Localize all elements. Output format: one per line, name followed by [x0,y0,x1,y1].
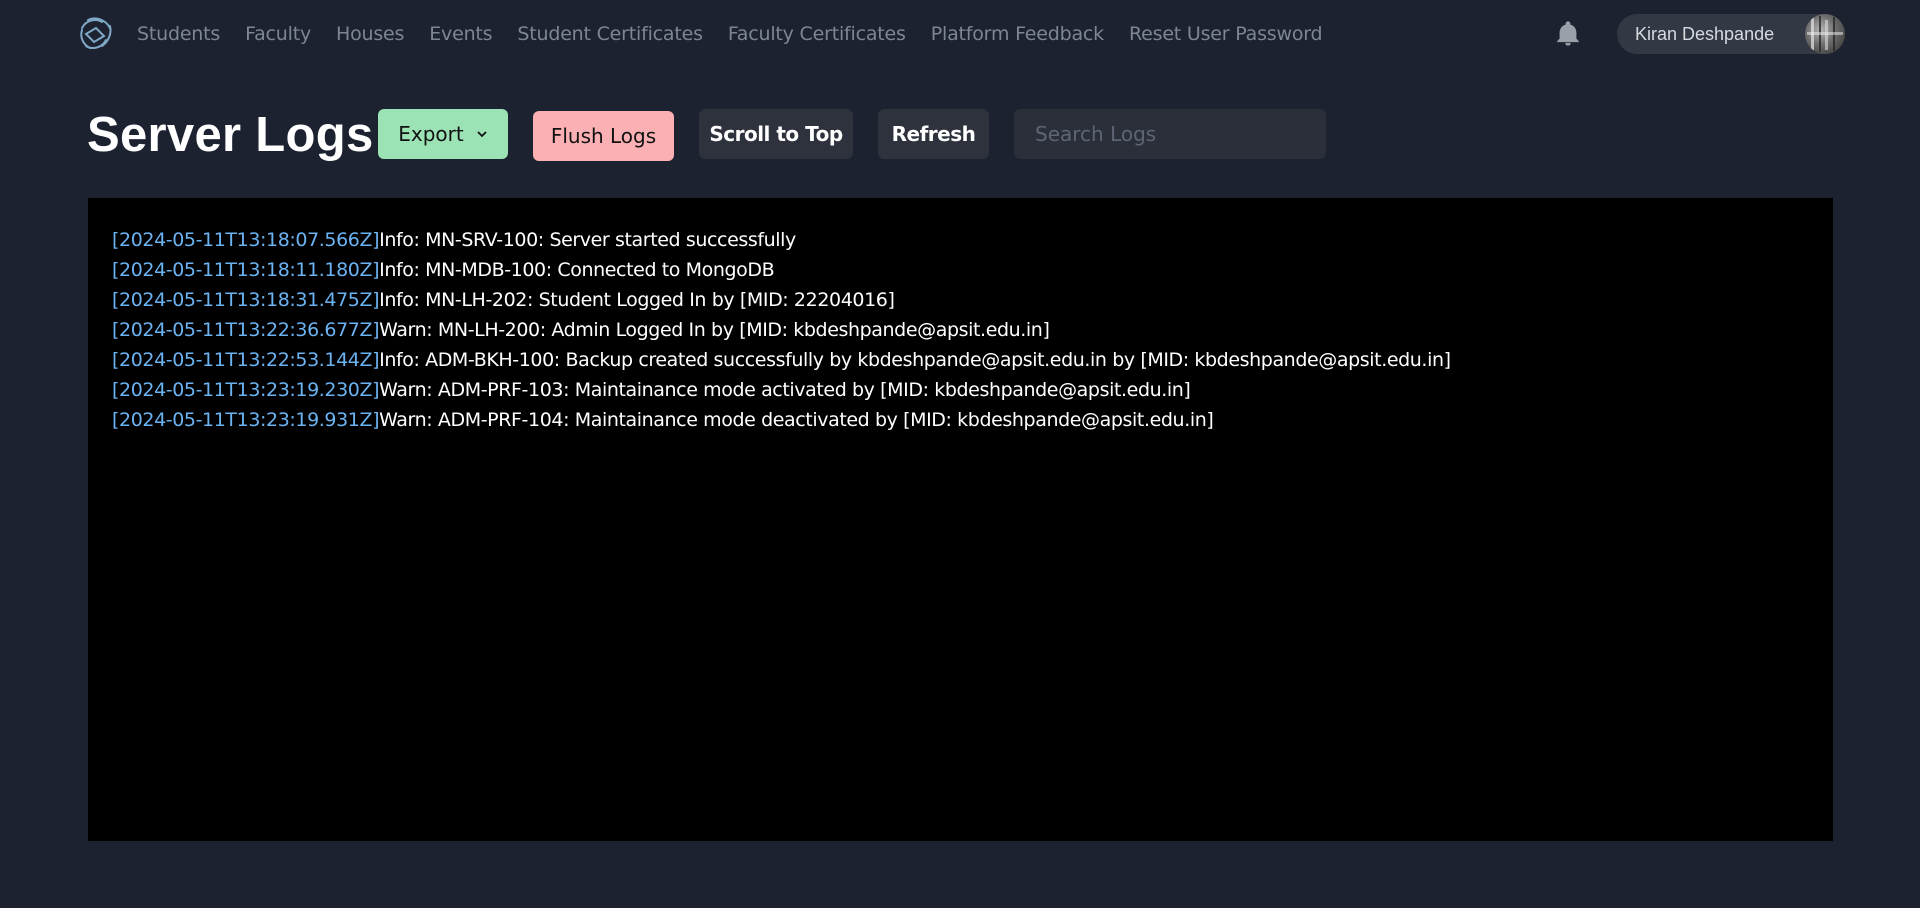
search-input[interactable] [1014,109,1326,159]
log-timestamp: [2024-05-11T13:18:11.180Z] [112,259,380,281]
log-entry: [2024-05-11T13:18:07.566Z]Info: MN-SRV-1… [112,225,1833,255]
nav-link-faculty[interactable]: Faculty [245,23,311,45]
user-menu[interactable]: Kiran Deshpande [1617,14,1845,54]
log-timestamp: [2024-05-11T13:22:36.677Z] [112,319,380,341]
log-message: Warn: ADM-PRF-104: Maintainance mode dea… [379,409,1214,431]
chevron-down-icon [476,127,488,141]
nav-link-student-certificates[interactable]: Student Certificates [517,23,703,45]
bell-icon[interactable] [1554,20,1582,48]
main-nav: Students Faculty Houses Events Student C… [137,0,1323,68]
refresh-button[interactable]: Refresh [878,109,989,159]
nav-link-students[interactable]: Students [137,23,220,45]
nav-link-faculty-certificates[interactable]: Faculty Certificates [728,23,906,45]
export-button-label: Export [398,122,464,146]
log-message: Info: MN-LH-202: Student Logged In by [M… [379,289,895,311]
log-entry: [2024-05-11T13:18:11.180Z]Info: MN-MDB-1… [112,255,1833,285]
flush-logs-button[interactable]: Flush Logs [533,111,674,161]
nav-link-platform-feedback[interactable]: Platform Feedback [931,23,1104,45]
log-timestamp: [2024-05-11T13:18:07.566Z] [112,229,380,251]
log-entry: [2024-05-11T13:18:31.475Z]Info: MN-LH-20… [112,285,1833,315]
log-message: Warn: ADM-PRF-103: Maintainance mode act… [379,379,1191,401]
log-entry: [2024-05-11T13:22:36.677Z]Warn: MN-LH-20… [112,315,1833,345]
log-entry: [2024-05-11T13:23:19.931Z]Warn: ADM-PRF-… [112,405,1833,435]
logs-toolbar: Server Logs Export Flush Logs Scroll to … [0,100,1920,168]
log-message: Info: MN-MDB-100: Connected to MongoDB [379,259,775,281]
export-button[interactable]: Export [378,109,508,159]
log-entry: [2024-05-11T13:23:19.230Z]Warn: ADM-PRF-… [112,375,1833,405]
log-panel[interactable]: [2024-05-11T13:18:07.566Z]Info: MN-SRV-1… [88,198,1833,841]
log-message: Warn: MN-LH-200: Admin Logged In by [MID… [379,319,1050,341]
log-timestamp: [2024-05-11T13:23:19.931Z] [112,409,380,431]
log-timestamp: [2024-05-11T13:18:31.475Z] [112,289,380,311]
page-title: Server Logs [87,108,374,162]
nav-link-events[interactable]: Events [429,23,492,45]
log-timestamp: [2024-05-11T13:22:53.144Z] [112,349,380,371]
avatar[interactable] [1805,14,1845,54]
nav-link-houses[interactable]: Houses [336,23,404,45]
log-message: Info: MN-SRV-100: Server started success… [379,229,796,251]
nav-link-reset-user-password[interactable]: Reset User Password [1129,23,1323,45]
user-name: Kiran Deshpande [1635,23,1775,44]
log-timestamp: [2024-05-11T13:23:19.230Z] [112,379,380,401]
logo-icon[interactable] [76,14,116,54]
log-entry: [2024-05-11T13:22:53.144Z]Info: ADM-BKH-… [112,345,1833,375]
log-message: Info: ADM-BKH-100: Backup created succes… [379,349,1451,371]
scroll-to-top-button[interactable]: Scroll to Top [699,109,853,159]
top-navbar: Students Faculty Houses Events Student C… [0,0,1920,68]
